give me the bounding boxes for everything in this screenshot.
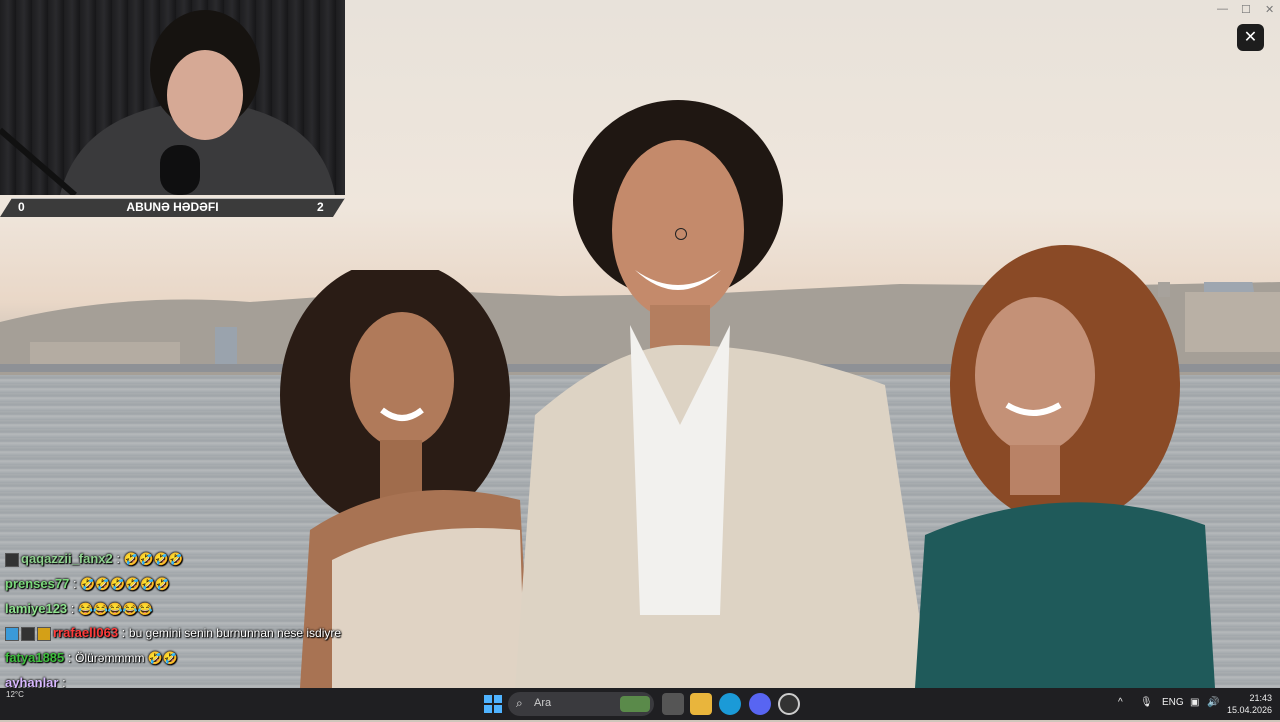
widgets-icon[interactable] bbox=[620, 696, 650, 712]
show-hidden-icons-chevron-icon[interactable]: ^ bbox=[1118, 697, 1123, 708]
chat-text: 🤣🤣🤣🤣🤣🤣 bbox=[80, 576, 170, 591]
discord-icon[interactable] bbox=[749, 693, 771, 715]
chat-message: prenses77 : 🤣🤣🤣🤣🤣🤣 bbox=[0, 573, 420, 598]
chat-separator: : bbox=[64, 650, 76, 666]
chat-separator: : bbox=[118, 625, 129, 641]
chat-separator: : bbox=[67, 600, 79, 616]
streamer-figure bbox=[0, 10, 335, 195]
minimize-icon[interactable]: — bbox=[1217, 3, 1228, 15]
chat-text: 😂😂😂😂😂 bbox=[78, 601, 153, 616]
task-view-icon[interactable] bbox=[662, 693, 684, 715]
chat-message: lamiye123 : 😂😂😂😂😂 bbox=[0, 598, 420, 623]
volume-icon[interactable]: 🔊 bbox=[1207, 697, 1219, 708]
streamer-webcam bbox=[0, 0, 345, 195]
chat-message: qaqazzii_fanx2 : 🤣🤣🤣🤣 bbox=[0, 548, 420, 573]
goal-target: 2 bbox=[317, 200, 324, 214]
taskbar-clock[interactable]: 21:43 15.04.2026 bbox=[1222, 692, 1272, 716]
chat-message: rrafaell063 : bu gemini senin burnunnan … bbox=[0, 622, 420, 647]
chat-separator: : bbox=[69, 575, 81, 591]
woman-right-figure bbox=[915, 245, 1215, 688]
clock-date: 15.04.2026 bbox=[1226, 705, 1272, 715]
taskbar: 12°C ⌕ Ara ^ 🎙 ENG ▣ 🔊 21:43 15.04.2026 bbox=[0, 688, 1280, 720]
search-icon: ⌕ bbox=[516, 696, 523, 710]
window-close-icon[interactable]: ✕ bbox=[1265, 3, 1274, 16]
chat-message: fatya1885 : Ölürəmmmm 🤣🤣 bbox=[0, 647, 420, 672]
subscriber-goal-bar: 0 ABUNƏ HƏDƏFI 2 bbox=[0, 198, 345, 217]
chat-username[interactable]: lamiye123 bbox=[5, 601, 67, 616]
search-placeholder: Ara bbox=[534, 697, 552, 709]
chat-username[interactable]: qaqazzii_fanx2 bbox=[21, 551, 113, 566]
network-icon[interactable]: ▣ bbox=[1190, 697, 1199, 708]
chat-separator: : bbox=[112, 551, 124, 566]
clock-time: 21:43 bbox=[1249, 693, 1272, 703]
maximize-icon[interactable]: ☐ bbox=[1241, 3, 1251, 16]
zoom-cursor-icon bbox=[675, 228, 687, 240]
chat-username[interactable]: fatya1885 bbox=[5, 650, 64, 665]
chat-text: Ölürəmmmm 🤣🤣 bbox=[75, 651, 178, 666]
chat-username[interactable]: prenses77 bbox=[5, 576, 69, 591]
badge-dark-icon bbox=[21, 626, 35, 641]
edge-browser-icon[interactable] bbox=[719, 693, 741, 715]
man-center-figure bbox=[515, 100, 930, 688]
weather-temp: 12°C bbox=[6, 690, 24, 699]
badge-blue-icon bbox=[5, 626, 19, 641]
chat-text: bu gemini senin burnunnan nese isdiyre bbox=[128, 626, 342, 641]
goal-label: ABUNƏ HƏDƏFI bbox=[126, 200, 219, 214]
microphone-icon[interactable]: 🎙 bbox=[1140, 697, 1153, 708]
chat-username[interactable]: rrafaell063 bbox=[53, 625, 118, 640]
taskbar-search-box[interactable]: ⌕ Ara bbox=[508, 692, 654, 716]
language-indicator[interactable]: ENG bbox=[1162, 697, 1184, 708]
close-viewer-button[interactable]: ✕ bbox=[1237, 24, 1264, 51]
badge-dark-icon bbox=[5, 552, 19, 567]
windows-start-icon[interactable] bbox=[482, 693, 504, 715]
weather-widget[interactable]: 12°C bbox=[6, 690, 46, 699]
media-app-icon[interactable] bbox=[778, 693, 800, 715]
badge-gold-icon bbox=[37, 626, 51, 641]
chat-text: 🤣🤣🤣🤣 bbox=[123, 552, 184, 566]
file-explorer-icon[interactable] bbox=[690, 693, 712, 715]
